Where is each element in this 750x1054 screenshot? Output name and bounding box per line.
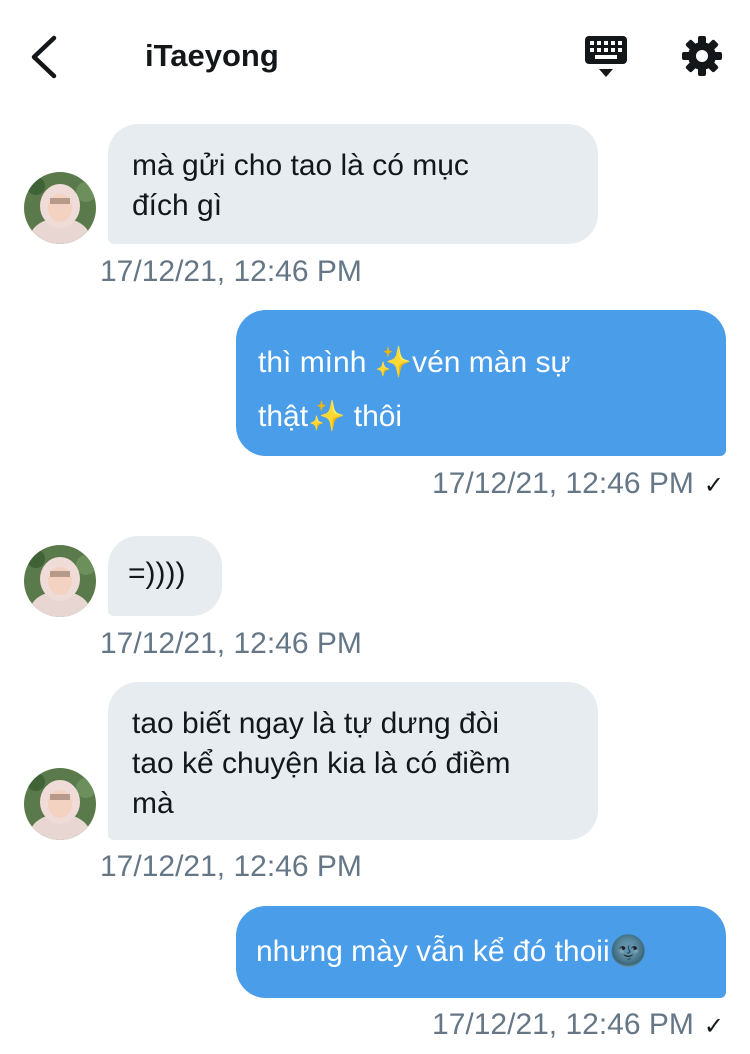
avatar-image xyxy=(24,545,96,617)
message-bubble[interactable]: tao biết ngay là tự dưng đòi tao kể chuy… xyxy=(108,682,598,840)
gear-icon xyxy=(682,36,722,76)
keyboard-icon xyxy=(585,36,627,77)
message-timestamp: 17/12/21, 12:46 PM ✓ xyxy=(432,467,724,501)
back-button[interactable] xyxy=(22,30,70,84)
timestamp-text: 17/12/21, 12:46 PM xyxy=(100,255,362,288)
conversation-title[interactable]: iTaeyong xyxy=(145,38,279,74)
conversation-header: iTaeyong xyxy=(0,0,750,110)
avatar[interactable] xyxy=(24,172,96,244)
message-bubble[interactable]: mà gửi cho tao là có mục đích gì xyxy=(108,124,598,244)
avatar[interactable] xyxy=(24,545,96,617)
checkmark-icon: ✓ xyxy=(703,472,724,499)
message-bubble[interactable]: =)))) xyxy=(108,536,222,616)
timestamp-text: 17/12/21, 12:46 PM xyxy=(432,1008,694,1041)
timestamp-text: 17/12/21, 12:46 PM xyxy=(432,467,694,500)
timestamp-text: 17/12/21, 12:46 PM xyxy=(100,627,362,660)
message-timestamp: 17/12/21, 12:46 PM xyxy=(100,850,362,884)
chevron-left-icon xyxy=(31,35,57,79)
message-bubble[interactable]: thì mình ✨vén màn sự thật✨ thôi xyxy=(236,310,726,456)
message-timestamp: 17/12/21, 12:46 PM ✓ xyxy=(432,1008,724,1042)
message-timestamp: 17/12/21, 12:46 PM xyxy=(100,627,362,661)
avatar[interactable] xyxy=(24,768,96,840)
avatar-image xyxy=(24,172,96,244)
keyboard-button[interactable] xyxy=(582,34,630,80)
timestamp-text: 17/12/21, 12:46 PM xyxy=(100,850,362,883)
message-bubble[interactable]: nhưng mày vẫn kể đó thoii🌚 xyxy=(236,906,726,998)
message-timestamp: 17/12/21, 12:46 PM xyxy=(100,255,362,289)
settings-button[interactable] xyxy=(680,34,724,78)
avatar-image xyxy=(24,768,96,840)
checkmark-icon: ✓ xyxy=(703,1013,724,1040)
